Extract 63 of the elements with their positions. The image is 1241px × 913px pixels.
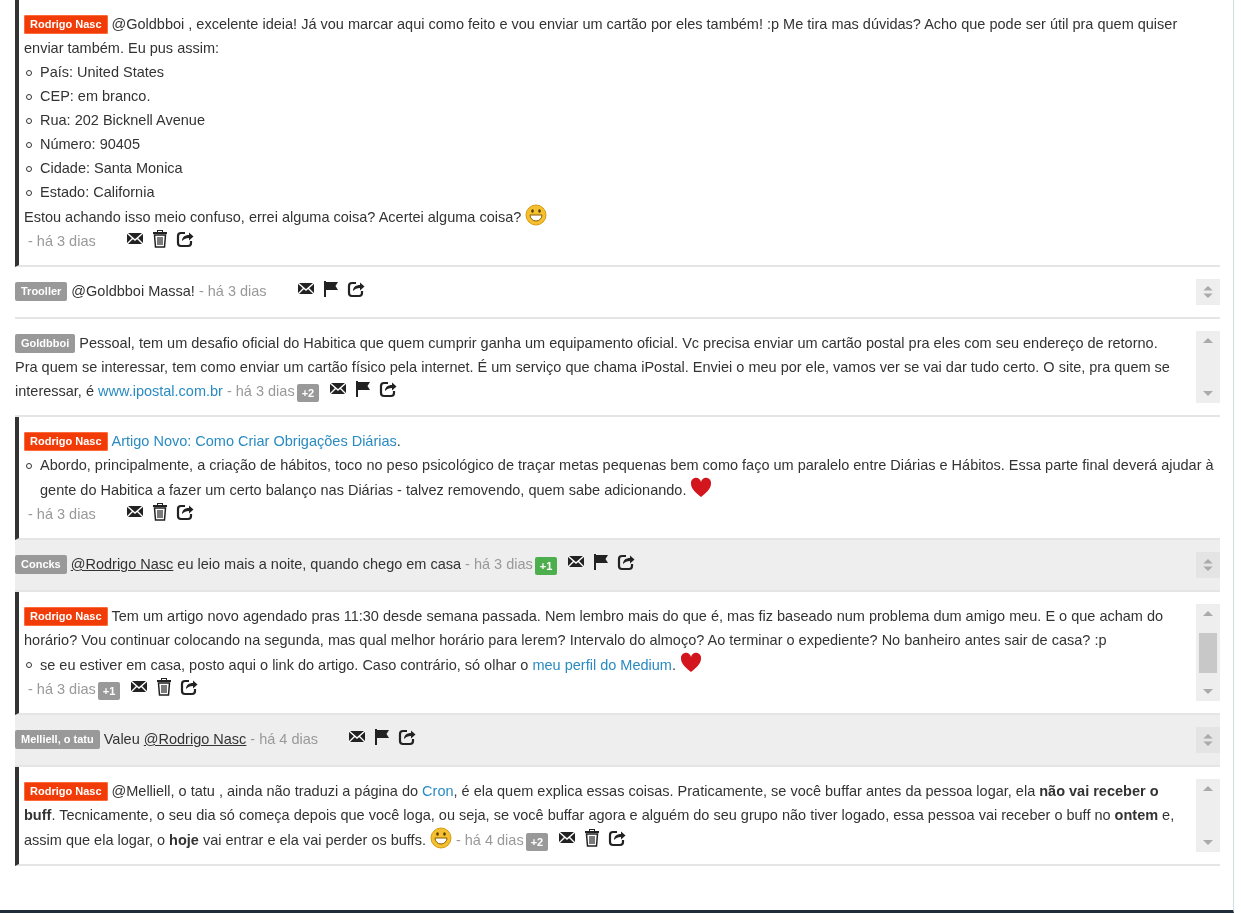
share-icon[interactable] — [608, 829, 627, 847]
timestamp: - há 3 dias — [226, 383, 295, 399]
heart-icon — [690, 477, 713, 499]
author-badge[interactable]: Rodrigo Nasc — [24, 432, 108, 451]
message-text: CEP: em branco. — [40, 87, 151, 106]
message-text: Estado: California — [40, 183, 155, 202]
timestamp: - há 3 dias — [28, 506, 96, 522]
user-mention[interactable]: @Rodrigo Nasc — [143, 731, 247, 747]
timestamp: - há 3 dias — [28, 233, 96, 249]
timestamp: - há 3 dias — [465, 556, 533, 572]
author-badge[interactable]: Melliell, o tatu — [15, 730, 100, 749]
author-badge[interactable]: Rodrigo Nasc — [24, 607, 108, 626]
flag-icon[interactable] — [592, 553, 611, 571]
message-text: Número: 90405 — [40, 135, 140, 154]
smiley-icon — [429, 827, 452, 849]
message-text: Trooller @Goldbboi Massa! - há 3 dias — [15, 279, 1184, 303]
flag-icon[interactable] — [321, 280, 340, 298]
timestamp: - há 3 dias — [28, 681, 96, 697]
trash-icon[interactable] — [150, 230, 169, 248]
message-text: Abordo, principalmente, a criação de hábitos, toco no peso psicológico de traçar metas pequenas bem como faço um paralelo entre Diárias e Hábitos. Essa parte final deverá ajudar à gente do Habitica a fazer um certo balanço nas Diárias - talvez removendo, quem sabe adicionando. — [40, 456, 1215, 501]
message-text: País: United States — [40, 63, 165, 82]
vote-count: +1 — [97, 682, 121, 700]
flag-icon[interactable] — [354, 380, 373, 398]
timestamp: - há 4 dias — [455, 832, 524, 848]
trash-icon[interactable] — [150, 503, 169, 521]
share-icon[interactable] — [398, 728, 417, 746]
smiley-icon — [525, 204, 548, 226]
link[interactable]: Artigo Novo: Como Criar Obrigações Diárias — [111, 433, 397, 449]
author-badge[interactable]: Concks — [15, 555, 67, 574]
share-icon[interactable] — [175, 503, 194, 521]
trash-icon[interactable] — [155, 678, 174, 696]
vote-count: +2 — [525, 833, 549, 851]
link[interactable]: meu perfil do Medium — [532, 657, 672, 673]
message-text: Rodrigo Nasc @Goldbboi , excelente ideia! Já vou marcar aqui como feito e vou enviar um cartão por eles também! :p Me tira mas dúvidas? Acho que pode ser útil pra quem quiser enviar também. Eu pus assim: — [24, 14, 1179, 58]
share-icon[interactable] — [175, 230, 194, 248]
message-text: Goldbboi Pessoal, tem um desafio oficial do Habitica que quem cumprir ganha um equipamento oficial. Vc precisa enviar um cartão postal pra eles com seu endereço de retorno. Pra quem se interessar, tem como enviar um cartão físico pela internet. É um serviço que chama iPostal. Enviei o meu por ele, vamos ver se vai dar tudo certo. O site, pra quem se interessar, é www.ipostal.com.br - há 3 dias +2 — [15, 331, 1184, 403]
vote-count: +2 — [296, 384, 320, 402]
message-text: Cidade: Santa Monica — [40, 159, 183, 178]
heart-icon — [679, 652, 702, 674]
link[interactable]: Cron — [422, 783, 454, 799]
author-badge[interactable]: Rodrigo Nasc — [24, 782, 108, 801]
message-text: Rodrigo Nasc @Melliell, o tatu , ainda não traduzi a página do Cron, é ela quem explica essas coisas. Praticamente, se você buffar antes da pessoa logar, ela não vai receber o buff. Tecnicamente, o seu dia só começa depois que você loga, ou seja, se você buffar agora e alguém do seu grupo não tiver logado, essa pessoa vai receber o buff no ontem e, assim que ela logar, o hoje vai entrar e ela vai perder os buffs. - há 4 dias +2 — [24, 779, 1184, 852]
author-badge[interactable]: Rodrigo Nasc — [24, 15, 108, 34]
share-icon[interactable] — [617, 553, 636, 571]
message-text: Melliell, o tatu Valeu @Rodrigo Nasc - há 4 dias — [15, 727, 1184, 751]
message-text: Concks @Rodrigo Nasc eu leio mais a noite, quando chego em casa - há 3 dias +1 — [15, 552, 1184, 576]
link[interactable]: www.ipostal.com.br — [98, 383, 223, 399]
trash-icon[interactable] — [583, 829, 602, 847]
timestamp: - há 3 dias — [198, 283, 267, 299]
vote-count: +1 — [534, 557, 558, 575]
share-icon[interactable] — [379, 380, 398, 398]
author-badge[interactable]: Goldbboi — [15, 334, 76, 353]
share-icon[interactable] — [346, 280, 365, 298]
timestamp: - há 4 dias — [250, 731, 319, 747]
message-text: Rodrigo Nasc Artigo Novo: Como Criar Obrigações Diárias. — [24, 429, 1220, 453]
message-text: Rua: 202 Bicknell Avenue — [40, 111, 205, 130]
author-badge[interactable]: Trooller — [15, 282, 68, 301]
message-text: se eu estiver em casa, posto aqui o link do artigo. Caso contrário, só olhar o meu perfil do Medium. — [40, 652, 702, 677]
scroll-thumb[interactable] — [1199, 632, 1217, 673]
share-icon[interactable] — [180, 678, 199, 696]
flag-icon[interactable] — [373, 728, 392, 746]
user-mention[interactable]: @Rodrigo Nasc — [70, 556, 174, 572]
message-text: Estou achando isso meio confuso, errei alguma coisa? Acertei alguma coisa? — [24, 204, 1220, 229]
